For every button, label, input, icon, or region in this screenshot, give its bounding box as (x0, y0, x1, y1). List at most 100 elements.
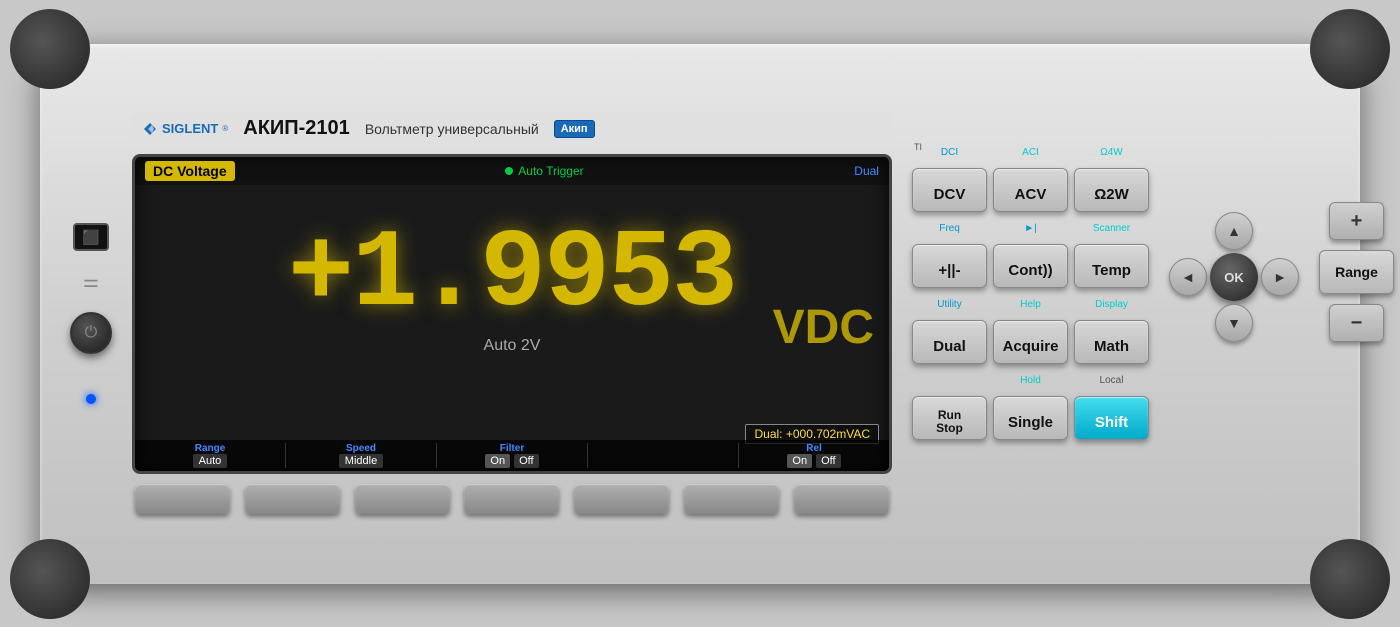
softkey-4[interactable] (464, 484, 559, 514)
ti-label: TI (914, 142, 922, 152)
diode-label: ►| (1024, 223, 1037, 234)
sk-range-group: Range Auto (135, 443, 286, 468)
sk-filter-group: Filter On Off (437, 443, 588, 468)
usb-port: ⬛ (73, 223, 109, 251)
func-row-4: Run Stop Single Shift (912, 396, 1149, 440)
sk-rel-off: Off (816, 454, 840, 468)
device-body: ⬛ ⚌ ⏻ SIGLENT ® АКИП-2101 (40, 44, 1360, 584)
utility-label: Utility (937, 299, 961, 310)
akip-badge: Акип (554, 120, 595, 138)
range-label: Range (1335, 264, 1378, 280)
bumper-bottom-right (1310, 539, 1390, 619)
temp-button[interactable]: Temp (1074, 244, 1149, 288)
left-side-panel: ⬛ ⚌ ⏻ (70, 223, 112, 404)
sk-rel-group: Rel On Off (739, 443, 889, 468)
registered-symbol: ® (222, 124, 228, 133)
single-button[interactable]: Single (993, 396, 1068, 440)
run-stop-button[interactable]: Run Stop (912, 396, 987, 440)
func-row-3: Dual Acquire Math (912, 320, 1149, 364)
sk-speed-label: Speed (346, 443, 376, 454)
sk-speed-value: Middle (339, 454, 383, 468)
softkey-1[interactable] (135, 484, 230, 514)
sk-filter-label: Filter (500, 443, 524, 454)
sk-speed-group: Speed Middle (286, 443, 437, 468)
power-button[interactable]: ⏻ (70, 312, 112, 354)
trigger-status: Auto Trigger (505, 164, 583, 178)
nav-section: ▲ ◄ OK ► ▼ (1169, 202, 1299, 342)
trigger-label: Auto Trigger (518, 164, 583, 178)
reading-range: Auto 2V (484, 337, 541, 355)
shift-button[interactable]: Shift (1074, 396, 1149, 440)
row2-labels: Freq ►| Scanner (912, 218, 1149, 236)
sk-range-value: Auto (193, 454, 228, 468)
display-screen: DC Voltage Auto Trigger Dual +1.9953 VDC… (132, 154, 892, 474)
plus-button[interactable]: + (1329, 202, 1384, 240)
main-reading-value: +1.9953 (288, 213, 736, 338)
sk-rel-label: Rel (806, 443, 822, 454)
scanner-label: Scanner (1093, 223, 1130, 234)
right-panel: TI DCI ACI Ω4W DCV ACV (912, 132, 1400, 495)
brand-logo: SIGLENT ® (142, 121, 228, 137)
func-row-2: +||- Cont)) Temp (912, 244, 1149, 288)
softkey-7[interactable] (794, 484, 889, 514)
sk-filter-on: On (485, 454, 510, 468)
nav-down-icon: ▼ (1227, 315, 1241, 331)
help-label: Help (1020, 299, 1041, 310)
minus-icon: − (1351, 312, 1363, 335)
device-description: Вольтметр универсальный (365, 121, 539, 137)
bumper-bottom-left (10, 539, 90, 619)
power-icon: ⏻ (85, 324, 98, 342)
main-reading-area: +1.9953 VDC Auto 2V (135, 185, 889, 365)
dual-button[interactable]: Dual (912, 320, 987, 364)
minus-button[interactable]: − (1329, 304, 1384, 342)
row4-labels: Hold Local (912, 370, 1149, 388)
siglent-logo-icon (142, 121, 158, 137)
softkey-5[interactable] (574, 484, 669, 514)
ok-button[interactable]: OK (1210, 253, 1258, 301)
nav-left-icon: ◄ (1181, 269, 1195, 285)
dcv-button[interactable]: DCV (912, 168, 987, 212)
display-label: Display (1095, 299, 1128, 310)
acv-button[interactable]: ACV (993, 168, 1068, 212)
omega2w-button[interactable]: Ω2W (1074, 168, 1149, 212)
nav-down-button[interactable]: ▼ (1215, 304, 1253, 342)
range-button[interactable]: Range (1319, 250, 1394, 294)
math-button[interactable]: Math (1074, 320, 1149, 364)
omega4w-label: Ω4W (1100, 147, 1122, 158)
func-row-1: DCV ACV Ω2W (912, 168, 1149, 212)
screen-top-bar: DC Voltage Auto Trigger Dual (135, 157, 889, 185)
dual-label: Dual (854, 164, 879, 178)
softkey-2[interactable] (245, 484, 340, 514)
softkey-3[interactable] (355, 484, 450, 514)
model-number: АКИП-2101 (243, 117, 350, 140)
sk-empty-group (588, 443, 739, 468)
brand-name: SIGLENT (162, 121, 218, 136)
pm-range-section: + Range − (1319, 202, 1394, 342)
led-indicator (86, 394, 96, 404)
device-wrapper: ⬛ ⚌ ⏻ SIGLENT ® АКИП-2101 (20, 19, 1380, 609)
nav-right-button[interactable]: ► (1261, 258, 1299, 296)
cont-button[interactable]: Cont)) (993, 244, 1068, 288)
softkey-6[interactable] (684, 484, 779, 514)
sk-rel-on: On (787, 454, 812, 468)
nav-right-icon: ► (1273, 269, 1287, 285)
freq-label: Freq (939, 223, 960, 234)
header-bar: SIGLENT ® АКИП-2101 Вольтметр универсаль… (132, 113, 892, 144)
bumper-top-left (10, 9, 90, 89)
nav-left-button[interactable]: ◄ (1169, 258, 1207, 296)
function-controls: TI DCI ACI Ω4W DCV ACV (912, 142, 1149, 440)
sk-filter-off: Off (514, 454, 538, 468)
function-labels-row: TI DCI ACI Ω4W (912, 142, 1149, 160)
row3-labels: Utility Help Display (912, 294, 1149, 312)
acquire-button[interactable]: Acquire (993, 320, 1068, 364)
aci-label: ACI (1022, 147, 1039, 158)
softkey-labels-bar: Range Auto Speed Middle Filter On Off (135, 440, 889, 471)
physical-softkeys-row (132, 484, 892, 514)
cap-button[interactable]: +||- (912, 244, 987, 288)
trigger-dot (505, 167, 513, 175)
plus-icon: + (1351, 210, 1363, 233)
sk-range-label: Range (195, 443, 226, 454)
usb-symbol: ⚌ (83, 271, 99, 292)
nav-cluster: ▲ ◄ OK ► ▼ (1169, 212, 1299, 342)
nav-up-button[interactable]: ▲ (1215, 212, 1253, 250)
